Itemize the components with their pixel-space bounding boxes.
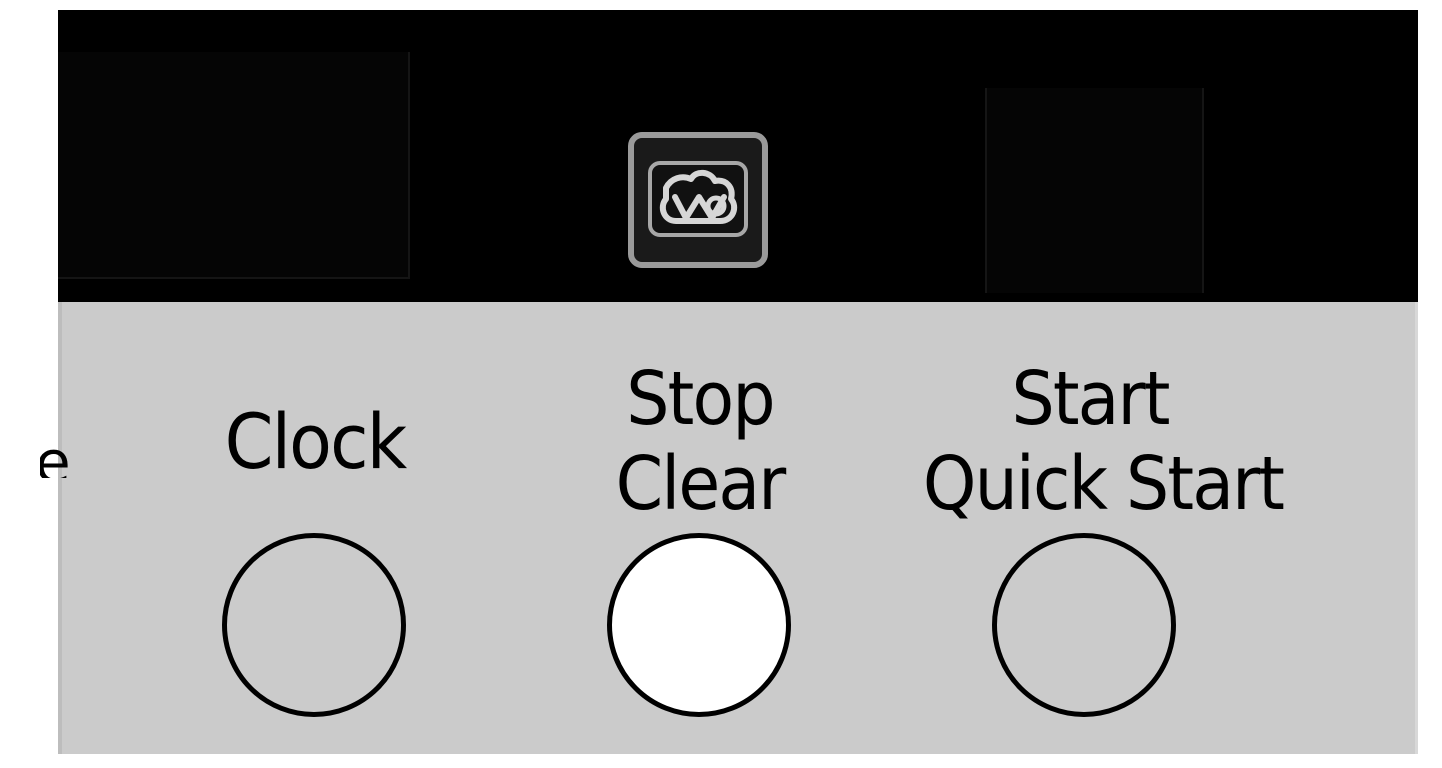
start-quick-start-button[interactable] (992, 533, 1176, 717)
steam-sensor-glyph (648, 161, 748, 237)
start-label: Start (1011, 356, 1170, 442)
microwave-control-panel: e Clock Stop Clear Start Quick Start (0, 0, 1442, 768)
left-display-window (58, 52, 410, 279)
steam-sensor-icon (628, 132, 768, 268)
clear-label: Clear (615, 441, 787, 527)
right-display-window (985, 88, 1204, 293)
partial-left-label: e (40, 436, 68, 478)
stop-label: Stop (626, 356, 775, 442)
stop-clear-button[interactable] (607, 533, 791, 717)
clock-label: Clock (224, 397, 408, 486)
clock-button[interactable] (222, 533, 406, 717)
quick-start-label: Quick Start (922, 441, 1285, 527)
